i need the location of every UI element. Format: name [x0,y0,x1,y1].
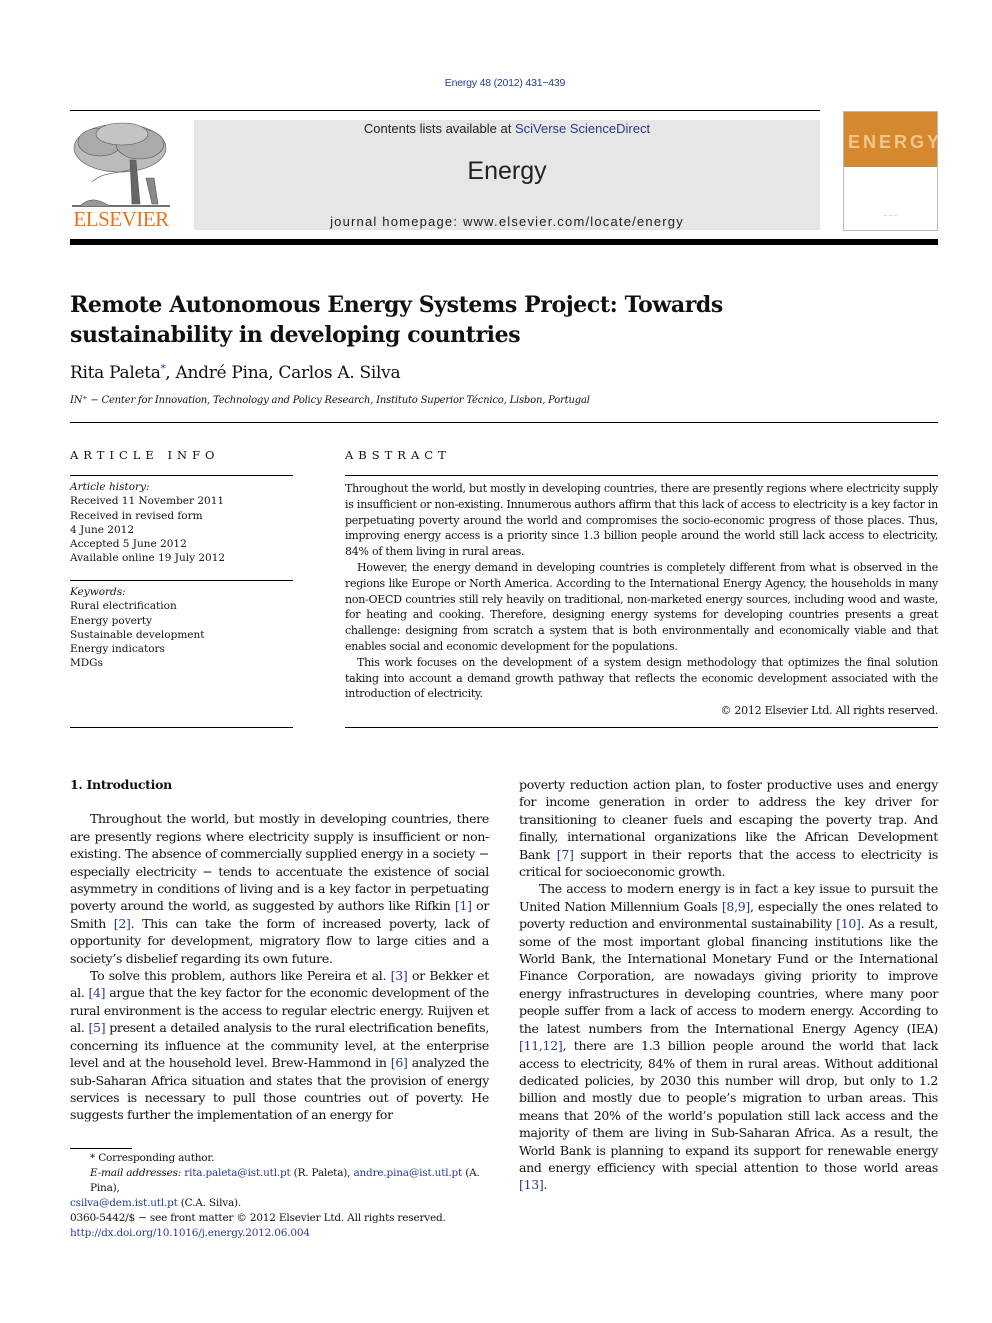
article-title: Remote Autonomous Energy Systems Project… [70,292,723,348]
contents-availability: Contents lists available at SciVerse Sci… [194,121,820,136]
citation-link[interactable]: [3] [391,968,408,983]
abstract-paragraph: However, the energy demand in developing… [345,560,938,653]
abstract-paragraph: Throughout the world, but mostly in deve… [345,482,938,559]
body-paragraph: Throughout the world, but mostly in deve… [70,810,489,967]
citation-link[interactable]: [8,9] [722,899,750,914]
body-text: . As a result, some of the most importan… [519,916,938,1036]
keyword-item: Rural electrification [70,600,177,613]
author-name: André Pina [175,363,269,383]
body-text: . This can take the form of increased po… [70,915,489,966]
citation-link[interactable]: [1] [455,898,472,913]
footnote-mark: * [90,1152,96,1164]
sciencedirect-link[interactable]: SciVerse ScienceDirect [515,121,650,136]
email-owner: (R. Paleta), [290,1167,354,1179]
header-top-rule [70,110,820,111]
history-item: 4 June 2012 [70,523,135,536]
email-link[interactable]: andre.pina@ist.utl.pt [353,1167,462,1179]
keyword-item: Energy indicators [70,643,165,656]
citation-link[interactable]: [10] [836,916,861,931]
citation-link[interactable]: [13] [519,1177,544,1192]
elsevier-logo[interactable]: ELSEVIER [70,120,172,232]
journal-cover-thumbnail[interactable]: ENERGY — — — [843,111,943,231]
keyword-item: Energy poverty [70,614,153,627]
body-column-left: 1. Introduction Throughout the world, bu… [70,776,489,1124]
cover-title: ENERGY [848,132,943,152]
body-text: . [543,1177,548,1193]
body-paragraph: To solve this problem, authors like Pere… [70,967,489,1124]
author-affiliation: IN⁺ − Center for Innovation, Technology … [70,395,590,406]
keyword-item: Sustainable development [70,628,205,641]
article-info-bottom-rule [70,727,293,728]
citation-link[interactable]: [6] [391,1055,408,1070]
header-thick-rule [70,239,938,245]
journal-masthead: Contents lists available at SciVerse Sci… [194,120,820,230]
history-item: Received 11 November 2011 [70,495,225,508]
cover-sciencedirect-mark: — — — [883,212,898,217]
article-history: Article history: Received 11 November 20… [70,480,225,566]
journal-homepage[interactable]: journal homepage: www.elsevier.com/locat… [194,214,820,229]
journal-citation-link[interactable]: Energy 48 (2012) 431−439 [0,77,992,89]
keyword-item: MDGs [70,657,103,670]
section-heading-introduction: 1. Introduction [70,777,172,792]
doi-link[interactable]: http://dx.doi.org/10.1016/j.energy.2012.… [70,1227,310,1239]
author-name: Carlos A. Silva [278,363,401,383]
abstract-paragraph: This work focuses on the development of … [345,655,938,701]
body-paragraph: The access to modern energy is in fact a… [519,880,938,1193]
contents-prefix: Contents lists available at [363,121,515,136]
body-text: To solve this problem, authors like Pere… [90,968,391,984]
keywords: Keywords: Rural electrification Energy p… [70,585,204,671]
history-item: Available online 19 July 2012 [70,552,226,565]
email-link[interactable]: rita.paleta@ist.utl.pt [184,1167,290,1179]
footnote-rule [70,1148,132,1149]
author-name: Rita Paleta [70,363,161,383]
citation-link[interactable]: [2] [114,916,131,931]
citation-link[interactable]: [4] [88,985,105,1000]
abstract-heading: ABSTRACT [345,448,451,462]
body-paragraph: poverty reduction action plan, to foster… [519,776,938,880]
abstract-body: Throughout the world, but mostly in deve… [345,481,938,719]
keywords-rule [70,580,293,581]
article-history-label: Article history: [70,481,150,493]
journal-name: Energy [467,157,547,185]
history-item: Accepted 5 June 2012 [70,538,187,551]
citation-link[interactable]: [5] [88,1020,105,1035]
citation-link[interactable]: [7] [557,847,574,862]
email-owner: (C.A. Silva). [177,1197,242,1209]
article-info-heading: ARTICLE INFO [70,448,220,462]
email-label: E-mail addresses: [90,1167,182,1179]
page-footer: 0360-5442/$ − see front matter © 2012 El… [70,1211,446,1241]
abstract-rule [345,475,938,476]
corresponding-author-note: Corresponding author. [98,1152,215,1164]
title-divider [70,422,938,423]
citation-link[interactable]: [11,12] [519,1038,563,1053]
abstract-copyright: © 2012 Elsevier Ltd. All rights reserved… [720,704,938,718]
body-column-right: poverty reduction action plan, to foster… [519,776,938,1194]
elsevier-tree-icon [72,122,170,207]
footnote: * Corresponding author. E-mail addresses… [70,1151,500,1211]
email-link[interactable]: csilva@dem.ist.utl.pt [70,1197,178,1209]
elsevier-wordmark: ELSEVIER [73,207,169,231]
body-text: support in their reports that the access… [519,846,938,880]
history-item: Received in revised form [70,509,203,522]
body-text: Throughout the world, but mostly in deve… [70,811,489,914]
abstract-bottom-rule [345,727,938,728]
issn-line: 0360-5442/$ − see front matter © 2012 El… [70,1212,446,1224]
article-info-rule [70,475,293,476]
body-text: , there are 1.3 billion people around th… [519,1038,938,1175]
keywords-label: Keywords: [70,586,126,598]
author-list: Rita Paleta*, André Pina, Carlos A. Silv… [70,363,401,383]
